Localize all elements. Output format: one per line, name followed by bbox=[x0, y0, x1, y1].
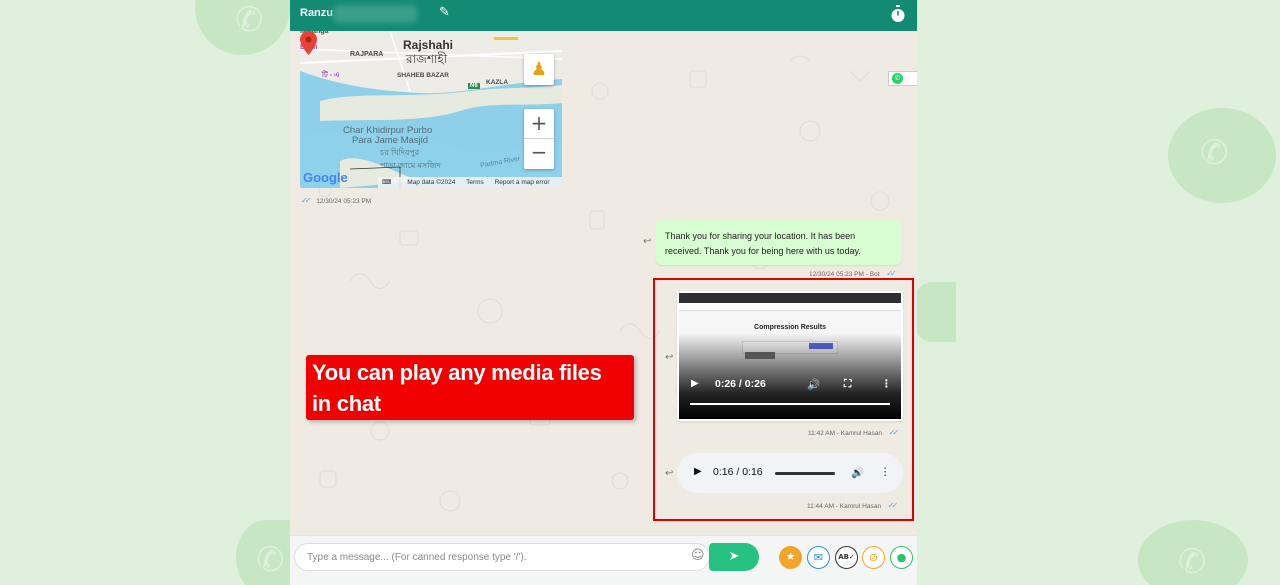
more-options-icon[interactable]: ⋮ bbox=[881, 378, 892, 390]
chat-panel: Ranzu ✎ iladanga Badh RAJPARA টি - এ Raj… bbox=[290, 0, 917, 585]
emoji-icon[interactable]: ☺ bbox=[691, 548, 705, 563]
location-map[interactable]: iladanga Badh RAJPARA টি - এ Rajshahi রা… bbox=[300, 31, 562, 188]
attachment-icon[interactable]: ⊘ bbox=[862, 546, 885, 569]
keyboard-icon[interactable]: ⌨ bbox=[382, 179, 391, 186]
message-timestamp: 12/30/24 05:23 PM - Bot bbox=[809, 271, 880, 278]
contact-name[interactable]: Ranzu bbox=[300, 7, 333, 19]
map-label: SHAHEB BAZAR bbox=[397, 72, 449, 79]
message-meta: ✓✓ 12/30/24 05:23 PM bbox=[301, 196, 371, 205]
mail-icon[interactable]: ✉ bbox=[807, 546, 830, 569]
map-place-label-line: পাড়া জামে মসজিদ bbox=[380, 161, 441, 170]
video-progress-bar[interactable] bbox=[690, 403, 890, 405]
map-place-label-line: Para Jame Masjid bbox=[352, 135, 429, 146]
zoom-out-button[interactable]: − bbox=[524, 139, 554, 169]
street-view-pegman-icon[interactable]: ♟ bbox=[524, 54, 554, 85]
map-pin-icon bbox=[300, 31, 317, 55]
video-message[interactable]: Compression Results ▶ 0:26 / 0:26 🔊 ⛶ ⋮ bbox=[677, 291, 903, 421]
video-controls: ▶ 0:26 / 0:26 🔊 ⛶ ⋮ bbox=[689, 378, 895, 392]
callout-line: You can play any media files bbox=[312, 360, 602, 385]
map-report-link[interactable]: Report a map error bbox=[495, 179, 550, 186]
map-terms-link[interactable]: Terms bbox=[466, 179, 484, 186]
road-badge: N6 bbox=[468, 83, 480, 89]
audio-player[interactable]: ▶ 0:16 / 0:16 🔊 ⋮ bbox=[677, 453, 903, 493]
audio-progress-bar[interactable] bbox=[775, 472, 835, 475]
reply-icon[interactable]: ↩ bbox=[665, 468, 673, 479]
redacted-phone-number bbox=[332, 5, 418, 23]
read-ticks-icon: ✓✓ bbox=[886, 269, 897, 278]
message-timestamp: 12/30/24 05:23 PM bbox=[316, 198, 372, 205]
video-frame-browser-bar bbox=[679, 293, 901, 303]
read-ticks-icon: ✓✓ bbox=[301, 196, 312, 205]
message-meta: 12/30/24 05:23 PM - Bot ✓✓ bbox=[809, 269, 897, 278]
video-frame-title: Compression Results bbox=[754, 324, 826, 331]
message-input[interactable] bbox=[294, 543, 710, 571]
play-icon[interactable]: ▶ bbox=[691, 378, 699, 389]
star-icon[interactable]: ★ bbox=[779, 546, 802, 569]
pencil-square-icon[interactable]: ✎ bbox=[439, 5, 450, 20]
map-data-text: Map data ©2024 bbox=[407, 179, 456, 186]
callout-line: in chat bbox=[312, 391, 381, 416]
video-player[interactable]: Compression Results ▶ 0:26 / 0:26 🔊 ⛶ ⋮ bbox=[679, 293, 901, 419]
reply-icon[interactable]: ↩ bbox=[665, 352, 673, 363]
annotation-callout: You can play any media files in chat bbox=[306, 355, 634, 420]
read-ticks-icon: ✓✓ bbox=[888, 428, 900, 437]
send-icon: ➤ bbox=[728, 549, 740, 564]
whatsapp-decor-bubble: ✆ bbox=[1138, 520, 1248, 585]
map-label: টি - এ bbox=[322, 72, 340, 79]
audio-time: 0:16 / 0:16 bbox=[713, 466, 763, 478]
whatsapp-icon: ✆ bbox=[892, 73, 903, 84]
mic-icon[interactable]: ● bbox=[890, 546, 913, 569]
zoom-in-button[interactable]: + bbox=[524, 109, 554, 139]
more-options-icon[interactable]: ⋮ bbox=[880, 466, 891, 478]
phone-icon: ✆ bbox=[1178, 542, 1207, 582]
message-composer: ☺ ➤ ★ ✉ AB✓ ⊘ ● bbox=[290, 535, 917, 585]
message-text: Thank you for sharing your location. It … bbox=[665, 231, 861, 256]
map-attribution: ⌨ Map data ©2024 Terms Report a map erro… bbox=[378, 177, 562, 188]
map-place-label: Char Khidirpur Purbo Para Jame Masjid bbox=[343, 126, 432, 146]
phone-icon: ✆ bbox=[256, 540, 285, 580]
video-overlay bbox=[679, 333, 901, 419]
whatsapp-decor-bubble: ✆ bbox=[1168, 108, 1276, 203]
reply-icon[interactable]: ↩ bbox=[643, 236, 651, 247]
map-place-label-line: চর খিদিরপুর bbox=[380, 148, 420, 157]
message-meta: 11:42 AM - Kamrul Hasan ✓✓ bbox=[808, 428, 900, 437]
spellcheck-icon[interactable]: AB✓ bbox=[835, 546, 858, 569]
stopwatch-icon[interactable] bbox=[890, 5, 906, 23]
map-city-name: Rajshahi bbox=[403, 38, 454, 52]
read-ticks-icon: ✓✓ bbox=[887, 501, 899, 510]
video-time: 0:26 / 0:26 bbox=[715, 378, 766, 390]
message-timestamp: 11:44 AM - Kamrul Hasan bbox=[807, 503, 881, 510]
volume-icon[interactable]: 🔊 bbox=[807, 378, 820, 391]
chat-header: Ranzu ✎ bbox=[290, 0, 917, 31]
map-city-name-bn: রাজশাহী bbox=[406, 52, 448, 66]
google-logo: Google bbox=[303, 170, 348, 185]
phone-icon: ✆ bbox=[1200, 133, 1229, 173]
video-frame-url-bar bbox=[679, 303, 901, 311]
message-meta: 11:44 AM - Kamrul Hasan ✓✓ bbox=[807, 501, 899, 510]
map-label: RAJPARA bbox=[350, 51, 384, 58]
whatsapp-decor-bubble: ✆ bbox=[236, 520, 296, 585]
phone-icon: ✆ bbox=[235, 0, 264, 40]
whatsapp-decor-bubble: ✆ bbox=[195, 0, 290, 55]
video-frame-button bbox=[745, 352, 775, 359]
fullscreen-icon[interactable]: ⛶ bbox=[844, 378, 851, 391]
message-timestamp: 11:42 AM - Kamrul Hasan bbox=[808, 430, 882, 437]
map-label: KAZLA bbox=[486, 79, 509, 86]
outgoing-message-bubble: Thank you for sharing your location. It … bbox=[655, 220, 902, 265]
whatsapp-widget-tab[interactable]: ✆ bbox=[888, 71, 917, 86]
volume-icon[interactable]: 🔊 bbox=[851, 466, 864, 479]
map-place-label-bn: চর খিদিরপুর পাড়া জামে মসজিদ bbox=[380, 147, 441, 173]
send-button[interactable]: ➤ bbox=[709, 543, 759, 571]
play-icon[interactable]: ▶ bbox=[694, 466, 702, 477]
